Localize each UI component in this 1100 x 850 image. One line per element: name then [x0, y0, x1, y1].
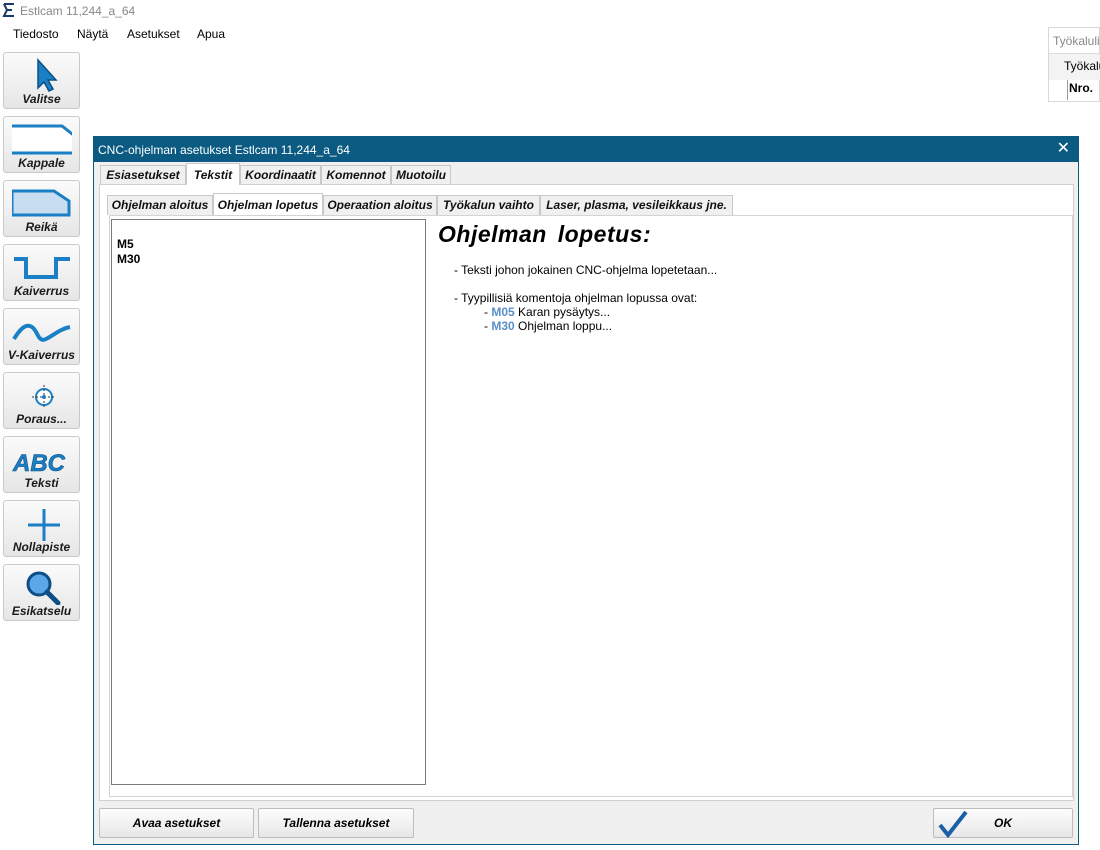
- abc-text-icon: ABC: [12, 450, 66, 477]
- subtab-program-start[interactable]: Ohjelman aloitus: [107, 195, 213, 215]
- help-description: - Teksti johon jokainen CNC-ohjelma lope…: [454, 263, 718, 277]
- tab-formatting[interactable]: Muotoilu: [391, 165, 451, 185]
- menu-settings[interactable]: Asetukset: [127, 27, 180, 41]
- menu-file[interactable]: Tiedosto: [13, 27, 59, 41]
- tool-preview-label: Esikatselu: [11, 604, 72, 618]
- tool-vcarve-button[interactable]: V-Kaiverrus: [3, 308, 80, 365]
- help-code-m05: M05: [491, 305, 515, 319]
- dialog-title: CNC-ohjelman asetukset Estlcam 11,244_a_…: [98, 143, 350, 157]
- help-code-m30: M30: [491, 319, 515, 333]
- magnifier-icon: [26, 571, 61, 605]
- subtab-tool-change[interactable]: Työkalun vaihto: [437, 195, 540, 215]
- help-command-m30: - M30 Ohjelman loppu...: [484, 319, 612, 333]
- tool-engrave-label: Kaiverrus: [13, 284, 70, 298]
- tool-vcarve-label: V-Kaiverrus: [8, 348, 75, 362]
- tool-part-label: Kappale: [18, 156, 65, 170]
- help-title: Ohjelman lopetus:: [438, 221, 652, 247]
- help-typical-commands: - Tyypillisiä komentoja ohjelman lopussa…: [454, 291, 698, 305]
- tool-origin-button[interactable]: Nollapiste: [3, 500, 80, 557]
- checkmark-icon: [938, 810, 968, 838]
- program-end-code-editor[interactable]: M5 M30: [111, 219, 426, 785]
- tool-preview-button[interactable]: Esikatselu: [3, 564, 80, 621]
- tool-select-label: Valitse: [22, 92, 61, 106]
- tab-texts[interactable]: Tekstit: [186, 163, 240, 185]
- tools-panel-tab[interactable]: Työkalu: [1049, 53, 1100, 80]
- open-settings-button[interactable]: Avaa asetukset: [99, 808, 254, 838]
- code-line: M30: [117, 252, 141, 266]
- tab-commands[interactable]: Komennot: [321, 165, 391, 185]
- ok-button[interactable]: OK: [933, 808, 1073, 838]
- hole-outline-icon: [12, 189, 71, 217]
- origin-cross-icon: [28, 509, 60, 541]
- save-settings-button[interactable]: Tallenna asetukset: [258, 808, 414, 838]
- ok-button-label: OK: [994, 816, 1012, 830]
- tool-part-button[interactable]: Kappale: [3, 116, 80, 173]
- estlcam-logo-icon: [2, 3, 14, 17]
- app-titlebar: Estlcam 11,244_a_64: [0, 0, 1100, 22]
- help-command-m05: - M05 Karan pysäytys...: [484, 305, 610, 319]
- code-line: M5: [117, 237, 134, 251]
- menu-view[interactable]: Näytä: [77, 27, 108, 41]
- tool-select-button[interactable]: Valitse: [3, 52, 80, 109]
- tools-panel-column-number[interactable]: Nro.: [1069, 81, 1093, 95]
- tool-engrave-button[interactable]: Kaiverrus: [3, 244, 80, 301]
- app-title: Estlcam 11,244_a_64: [20, 4, 136, 18]
- close-icon[interactable]: ✕: [1057, 139, 1070, 159]
- v-carve-wave-icon: [12, 323, 71, 342]
- tool-text-label: Teksti: [24, 476, 59, 490]
- svg-text:ABC: ABC: [12, 450, 66, 477]
- menu-bar: Tiedosto Näytä Asetukset Apua: [0, 23, 1100, 46]
- tool-origin-label: Nollapiste: [12, 540, 71, 554]
- tool-hole-button[interactable]: Reikä: [3, 180, 80, 237]
- left-toolbar: Valitse Kappale Reikä Kaiverrus V-Kaiver…: [0, 52, 84, 632]
- tools-panel-row-selector[interactable]: [1053, 80, 1068, 100]
- tools-list-panel: Työkaluli Työkalu Nro.: [1048, 27, 1100, 102]
- tools-panel-title: Työkaluli: [1053, 34, 1100, 48]
- subtab-laser-plasma[interactable]: Laser, plasma, vesileikkaus jne.: [540, 195, 733, 215]
- part-outline-icon: [12, 124, 72, 155]
- help-text-m30: Ohjelman loppu...: [514, 319, 613, 333]
- tab-presets[interactable]: Esiasetukset: [100, 165, 186, 185]
- menu-help[interactable]: Apua: [197, 27, 225, 41]
- subtab-operation-start[interactable]: Operaation aloitus: [323, 195, 437, 215]
- tool-drill-label: Poraus...: [16, 412, 67, 426]
- help-text-m05: Karan pysäytys...: [514, 305, 611, 319]
- cursor-arrow-icon: [37, 58, 58, 92]
- help-panel: Ohjelman lopetus: - Teksti johon jokaine…: [438, 221, 1058, 333]
- subtab-program-end[interactable]: Ohjelman lopetus: [213, 193, 323, 215]
- drill-crosshair-icon: [32, 385, 56, 409]
- cnc-settings-dialog: CNC-ohjelman asetukset Estlcam 11,244_a_…: [93, 136, 1079, 845]
- tool-hole-label: Reikä: [25, 220, 58, 234]
- engrave-groove-icon: [14, 257, 70, 279]
- dialog-titlebar: CNC-ohjelman asetukset Estlcam 11,244_a_…: [94, 137, 1078, 162]
- tab-coordinates[interactable]: Koordinaatit: [240, 165, 321, 185]
- tools-panel-tab-label: Työkalu: [1064, 59, 1100, 73]
- tool-drill-button[interactable]: Poraus...: [3, 372, 80, 429]
- tool-text-button[interactable]: ABC Teksti: [3, 436, 80, 493]
